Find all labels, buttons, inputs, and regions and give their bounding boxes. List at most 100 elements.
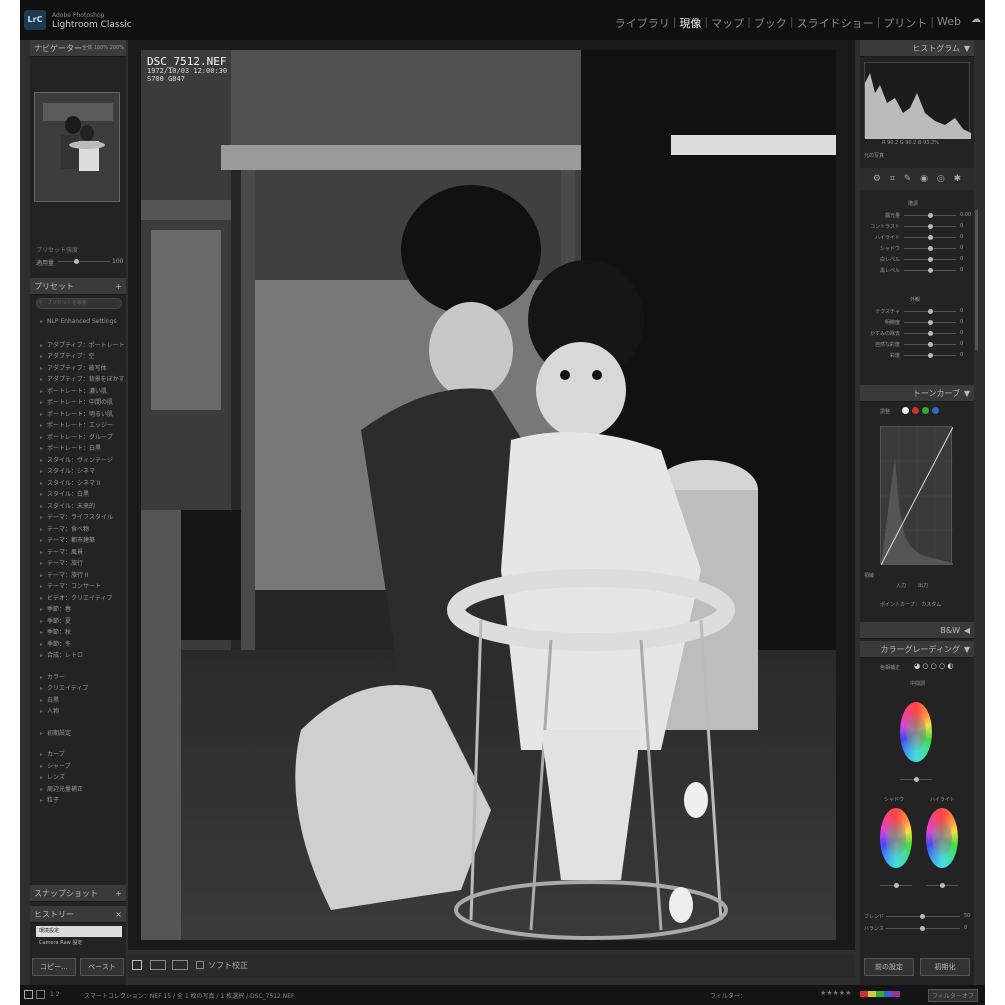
preset-group-item[interactable]: ▸ 白黒: [40, 695, 59, 704]
preset-group-item[interactable]: ▸ 季節：冬: [40, 639, 71, 648]
preset-amount-slider[interactable]: [58, 261, 110, 262]
preset-group-item[interactable]: ▸ スタイル：シネマ: [40, 466, 95, 475]
preset-group-item[interactable]: ▸ クリエイティブ: [40, 683, 89, 692]
histogram-header[interactable]: ヒストグラム ▼: [860, 40, 974, 57]
add-snapshot-icon[interactable]: +: [115, 885, 122, 902]
slider-knob[interactable]: [927, 309, 933, 314]
history-item[interactable]: Camera Raw 設定: [36, 938, 122, 949]
curve-channel-icon[interactable]: [902, 407, 909, 414]
slider-knob[interactable]: [927, 342, 933, 347]
expand-triangle-icon[interactable]: ◀: [964, 622, 970, 639]
preset-group-item[interactable]: ▸ ポートレート：白黒: [40, 443, 101, 452]
original-photo-toggle[interactable]: 元の写真: [864, 152, 884, 159]
blending-knob[interactable]: [920, 914, 925, 919]
preset-group-item[interactable]: ▸ ポートレート：エッジー: [40, 420, 113, 429]
history-item[interactable]: 環境設定: [36, 926, 122, 937]
previous-settings-button[interactable]: 前の設定: [864, 958, 914, 976]
preset-group-item[interactable]: ▸ カラー: [40, 672, 65, 681]
curve-red-icon[interactable]: [912, 407, 919, 414]
heal-tool-icon[interactable]: ✎: [904, 174, 912, 184]
point-curve-label[interactable]: ポイントカーブ： カスタム: [880, 601, 941, 608]
cloud-icon[interactable]: ☁: [971, 14, 981, 25]
tone-curve-graph[interactable]: [880, 426, 954, 566]
preset-search[interactable]: ⚲ プリセットを検索: [36, 298, 122, 309]
preset-group-item[interactable]: ▸ カーブ: [40, 749, 65, 758]
preset-group-item[interactable]: ▸ ポートレート：中間の肌: [40, 397, 113, 406]
module-tab[interactable]: ブック: [752, 15, 789, 31]
curve-green-icon[interactable]: [922, 407, 929, 414]
zoom-100[interactable]: 100%: [94, 45, 108, 51]
slider-knob[interactable]: [927, 246, 933, 251]
module-tab[interactable]: マップ: [709, 15, 746, 31]
zoom-200[interactable]: 200%: [110, 45, 124, 51]
slider-knob[interactable]: [927, 257, 933, 262]
midtones-lum-knob[interactable]: [914, 777, 919, 782]
slider-knob[interactable]: [927, 235, 933, 240]
crop-tool-icon[interactable]: ⌗: [890, 174, 895, 184]
tone-curve-header[interactable]: トーンカーブ ▼: [860, 385, 974, 402]
collapse-triangle-icon[interactable]: ▼: [964, 641, 970, 658]
filmstrip-path[interactable]: スマートコレクション：NEF 15 / 全 1 枚の写真 / 1 枚選択 / D…: [84, 991, 294, 1000]
redeye-tool-icon[interactable]: ◎: [937, 174, 945, 184]
preset-group-item[interactable]: ▸ テーマ：風景: [40, 547, 83, 556]
page-2-icon[interactable]: [36, 990, 45, 999]
preset-group-item[interactable]: ▸ アダプティブ：被写体: [40, 363, 107, 372]
preset-group-item[interactable]: ▸ 粒子: [40, 795, 59, 804]
preset-group-item[interactable]: ▸ テーマ：コンサート: [40, 581, 101, 590]
photo-canvas[interactable]: DSC_7512.NEF 1972/10/03 12:00:30 S700 G8…: [141, 50, 836, 940]
slider-knob[interactable]: [927, 353, 933, 358]
preset-group-item[interactable]: ▸ ポートレート：濃い肌: [40, 386, 107, 395]
clear-history-icon[interactable]: ×: [115, 906, 122, 923]
preset-group-item[interactable]: ▸ テーマ：旅行: [40, 558, 83, 567]
preset-group-item[interactable]: ▸ スタイル：未来的: [40, 501, 95, 510]
shadows-lum-knob[interactable]: [894, 883, 899, 888]
page-1-icon[interactable]: [24, 990, 33, 999]
preset-group-item[interactable]: ▸ スタイル：シネマ II: [40, 478, 100, 487]
filter-off-dropdown[interactable]: フィルターオフ: [928, 989, 978, 1002]
preset-group-item[interactable]: ▸ 初期設定: [40, 728, 71, 737]
slider-knob[interactable]: [927, 213, 933, 218]
module-tab[interactable]: ライブラリ: [613, 15, 672, 31]
soft-proof-checkbox[interactable]: [196, 961, 204, 969]
copy-button[interactable]: コピー...: [32, 958, 76, 976]
paste-button[interactable]: ペースト: [80, 958, 124, 976]
curve-blue-icon[interactable]: [932, 407, 939, 414]
slider-knob[interactable]: [927, 320, 933, 325]
presets-header[interactable]: プリセット +: [30, 278, 126, 295]
preset-group-item[interactable]: ▸ 周辺光量補正: [40, 784, 83, 793]
right-scrollbar[interactable]: [975, 210, 978, 350]
star-filter-icons[interactable]: ★★★★★: [820, 989, 851, 997]
preset-group-item[interactable]: ▸ テーマ：ライフスタイル: [40, 512, 113, 521]
preset-group-item[interactable]: ▸ テーマ：食べ物: [40, 524, 89, 533]
before-after-menu-icon[interactable]: [172, 960, 188, 970]
preset-group-item[interactable]: ▸ 合成：レトロ: [40, 650, 83, 659]
midtones-wheel[interactable]: [900, 702, 932, 762]
preset-group-item[interactable]: ▸ テーマ：旅行 II: [40, 570, 88, 579]
preset-group-item[interactable]: ▸ シャープ: [40, 761, 71, 770]
navigator-header[interactable]: ナビゲーター 全体 100% 200%: [30, 40, 126, 57]
add-preset-icon[interactable]: +: [115, 278, 122, 295]
preset-group-item[interactable]: ▸ アダプティブ：空: [40, 351, 95, 360]
module-tab[interactable]: プリント: [881, 15, 929, 31]
before-after-icon[interactable]: [150, 960, 166, 970]
slider-knob[interactable]: [927, 331, 933, 336]
preset-amount-knob[interactable]: [74, 259, 79, 264]
preset-group-item[interactable]: ▸ NLP Enhanced Settings: [40, 318, 117, 325]
slider-knob[interactable]: [927, 224, 933, 229]
navigator-preview[interactable]: [34, 92, 120, 202]
preset-group-item[interactable]: ▸ 季節：春: [40, 604, 71, 613]
shadows-wheel[interactable]: [880, 808, 912, 868]
loupe-view-icon[interactable]: [132, 960, 142, 970]
snapshot-header[interactable]: スナップショット +: [30, 885, 126, 902]
highlights-lum-knob[interactable]: [940, 883, 945, 888]
edit-tool-icon[interactable]: ⚙: [873, 174, 881, 184]
preset-group-item[interactable]: ▸ スタイル：ヴィンテージ: [40, 455, 113, 464]
preset-group-item[interactable]: ▸ ポートレート：明るい肌: [40, 409, 113, 418]
color-label-filter[interactable]: [860, 991, 900, 997]
preset-group-item[interactable]: ▸ アダプティブ：ポートレート: [40, 340, 125, 349]
preset-group-item[interactable]: ▸ 人物: [40, 706, 59, 715]
collapse-triangle-icon[interactable]: ▼: [964, 385, 970, 402]
preset-group-item[interactable]: ▸ レンズ: [40, 772, 65, 781]
module-tab[interactable]: スライドショー: [795, 15, 876, 31]
module-tab[interactable]: Web: [935, 15, 963, 31]
